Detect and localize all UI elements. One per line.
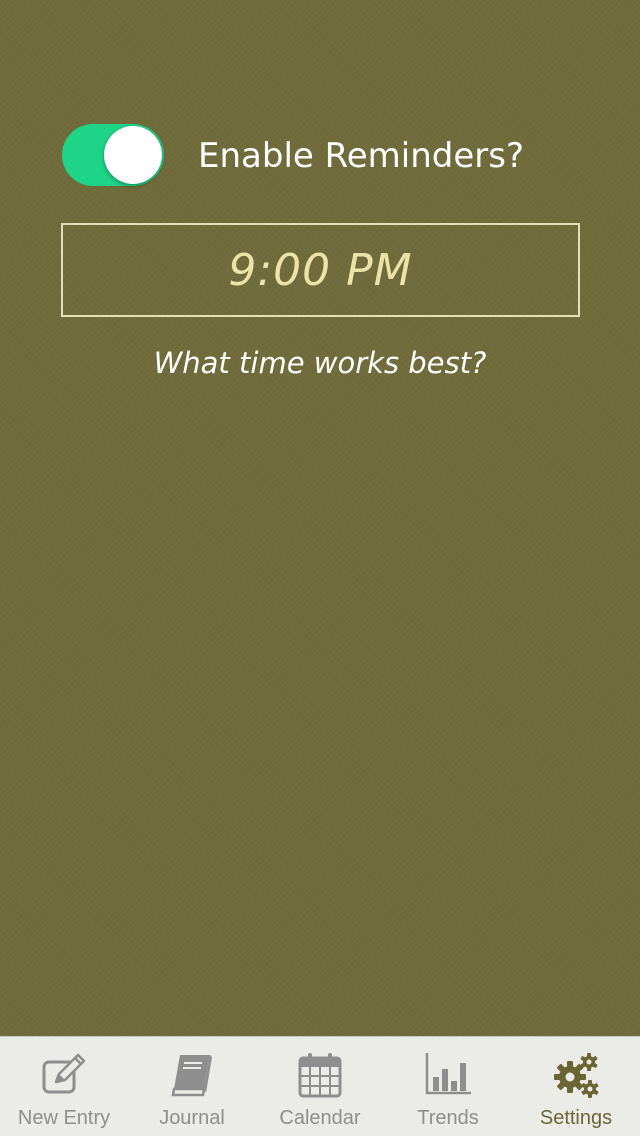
tab-label: Trends	[417, 1107, 479, 1129]
book-icon	[166, 1049, 218, 1101]
enable-reminders-label: Enable Reminders?	[198, 136, 524, 176]
calendar-icon	[294, 1049, 346, 1101]
tab-calendar[interactable]: Calendar	[256, 1037, 384, 1136]
tab-bar: New Entry Journal Calendar Trends Settin…	[0, 1036, 640, 1136]
tab-settings[interactable]: Settings	[512, 1037, 640, 1136]
tab-trends[interactable]: Trends	[384, 1037, 512, 1136]
reminder-time-value: 9:00 PM	[228, 244, 413, 296]
reminder-time-field[interactable]: 9:00 PM	[61, 223, 580, 317]
tab-journal[interactable]: Journal	[128, 1037, 256, 1136]
reminder-time-hint: What time works best?	[153, 346, 487, 380]
bar-chart-icon	[422, 1049, 474, 1101]
tab-label: Calendar	[279, 1107, 361, 1129]
tab-label: New Entry	[17, 1107, 111, 1129]
gears-icon	[550, 1049, 602, 1101]
tab-new-entry[interactable]: New Entry	[0, 1037, 128, 1136]
enable-reminders-toggle[interactable]	[62, 124, 164, 186]
pencil-square-icon	[38, 1049, 90, 1101]
tab-label: Journal	[159, 1107, 225, 1129]
tab-label: Settings	[539, 1107, 613, 1129]
toggle-knob	[104, 126, 162, 184]
